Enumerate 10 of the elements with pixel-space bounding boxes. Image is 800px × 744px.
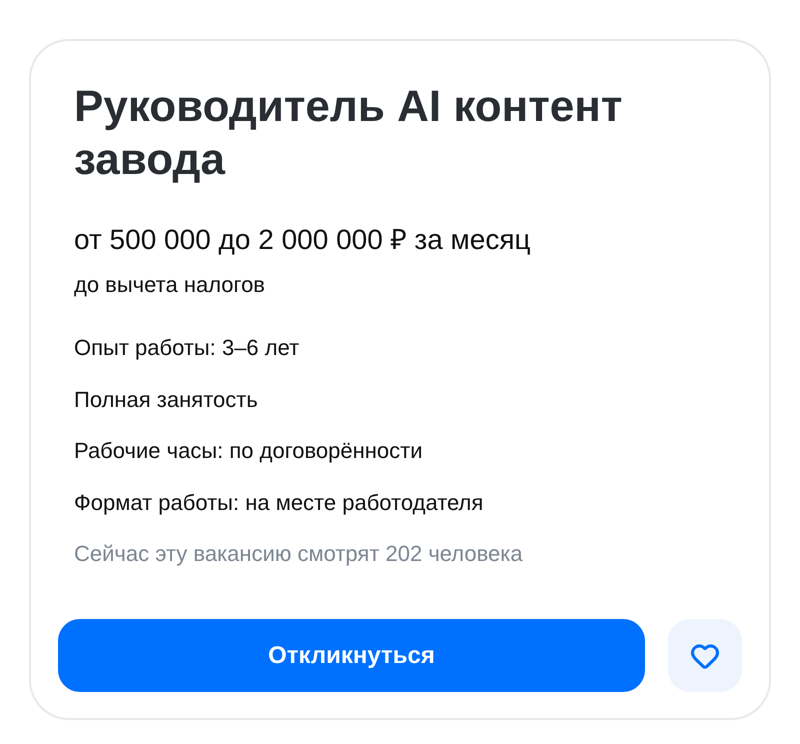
favorite-button[interactable] — [668, 619, 742, 692]
apply-button[interactable]: Откликнуться — [58, 619, 645, 692]
salary-text: от 500 000 до 2 000 000 ₽ за месяц — [74, 223, 532, 257]
salary-note: до вычета налогов — [74, 271, 266, 299]
vacancy-detail: Опыт работы: 3–6 лет — [74, 334, 300, 362]
vacancy-detail: Полная занятость — [74, 386, 259, 414]
viewers-count-text: Сейчас эту вакансию смотрят 202 человека — [74, 540, 524, 568]
vacancy-detail: Рабочие часы: по договорённости — [74, 437, 424, 465]
vacancy-detail: Формат работы: на месте работодателя — [74, 488, 484, 517]
vacancy-title: Руководитель AI контент завода — [74, 81, 624, 186]
